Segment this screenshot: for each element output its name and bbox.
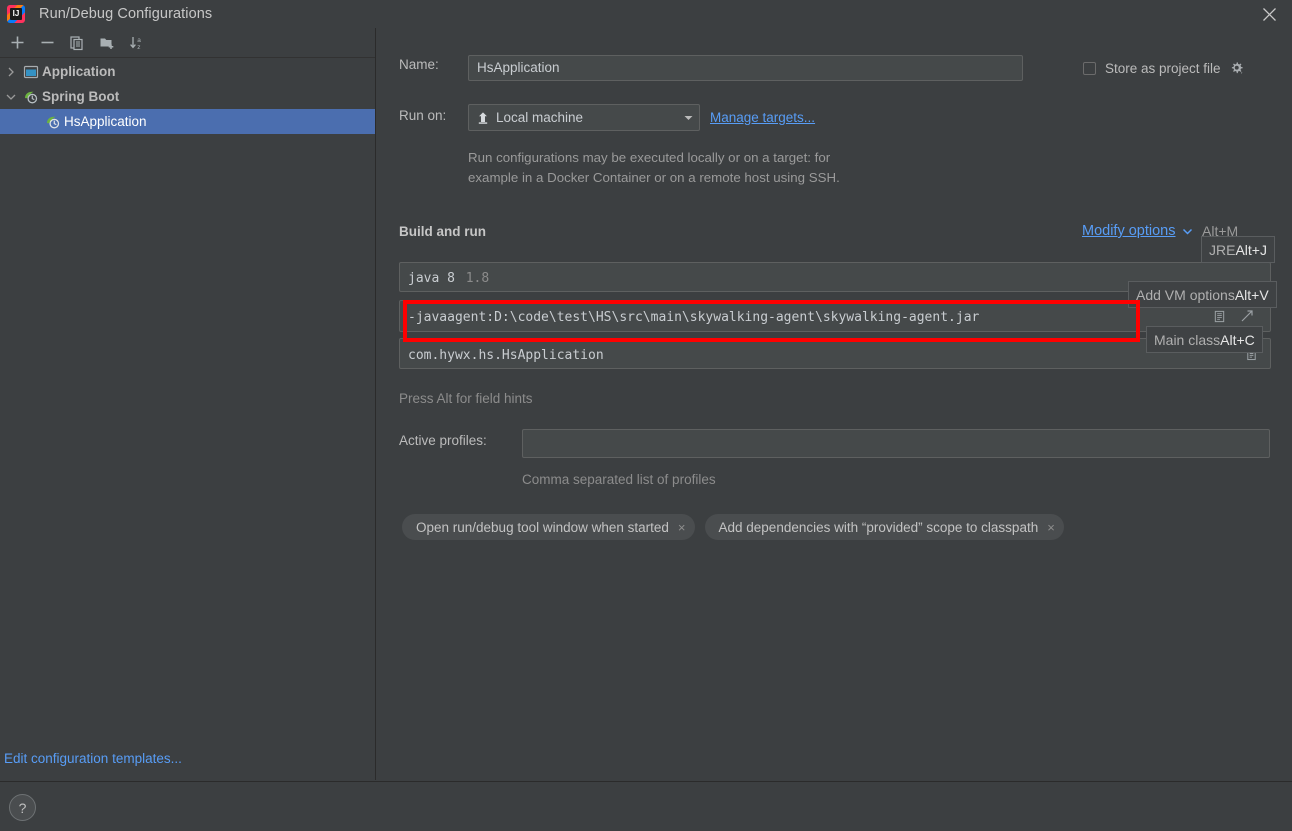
build-and-run-title: Build and run xyxy=(399,224,486,239)
chevron-down-icon[interactable] xyxy=(2,84,20,109)
store-as-project-file-label: Store as project file xyxy=(1105,61,1221,76)
modify-options-row[interactable]: Modify options xyxy=(1082,223,1193,239)
gear-icon[interactable] xyxy=(1230,61,1245,76)
svg-text:a: a xyxy=(137,37,141,44)
jre-hint-key: Alt+J xyxy=(1235,241,1267,258)
remove-configuration-button[interactable] xyxy=(32,30,62,56)
run-on-combobox[interactable]: Local machine xyxy=(468,104,700,131)
close-icon[interactable]: × xyxy=(678,520,686,535)
main-class-hint-tooltip: Main class Alt+C xyxy=(1146,326,1263,353)
active-profiles-row: Active profiles: xyxy=(399,433,487,448)
vm-options-hint-text: Add VM options xyxy=(1136,286,1235,303)
local-machine-icon xyxy=(476,111,490,125)
chip-label: Open run/debug tool window when started xyxy=(416,519,669,535)
spring-boot-icon xyxy=(20,84,42,109)
jre-prefix: java 8 xyxy=(408,271,455,286)
main-class-hint-text: Main class xyxy=(1154,331,1221,348)
tree-item-label: Application xyxy=(42,64,116,79)
store-as-project-file-row[interactable]: Store as project file xyxy=(1083,61,1245,76)
manage-targets-link[interactable]: Manage targets... xyxy=(710,110,815,125)
modify-options-link[interactable]: Modify options xyxy=(1082,223,1176,239)
configurations-tree: Application Spring Boot HsApplication xyxy=(0,59,375,134)
help-button[interactable]: ? xyxy=(9,794,36,821)
sort-configurations-button[interactable]: a z xyxy=(122,30,152,56)
jre-version: 1.8 xyxy=(465,271,490,286)
edit-configuration-templates-link[interactable]: Edit configuration templates... xyxy=(4,751,182,766)
intellij-logo-text: IJ xyxy=(10,8,22,20)
expand-editor-icon[interactable] xyxy=(1210,307,1228,325)
name-label: Name: xyxy=(399,57,439,72)
jre-hint-tooltip: JRE Alt+J xyxy=(1201,236,1275,263)
title-bar: IJ Run/Debug Configurations xyxy=(0,0,1292,28)
tree-item-hsapplication[interactable]: HsApplication xyxy=(0,109,375,134)
spring-boot-icon xyxy=(42,109,64,134)
tree-item-application[interactable]: Application xyxy=(0,59,375,84)
main-class-input[interactable]: com.hywx.hs.HsApplication xyxy=(399,338,1271,369)
tree-item-label: Spring Boot xyxy=(42,89,120,104)
chevron-down-icon[interactable] xyxy=(677,105,699,130)
run-on-label: Run on: xyxy=(399,108,447,123)
run-on-description-line2: example in a Docker Container or on a re… xyxy=(468,170,840,185)
window-title: Run/Debug Configurations xyxy=(39,6,213,22)
new-folder-button[interactable] xyxy=(92,30,122,56)
close-icon[interactable] xyxy=(1246,0,1292,28)
jre-hint-text: JRE xyxy=(1209,241,1236,258)
copy-configuration-button[interactable] xyxy=(62,30,92,56)
option-chips: Open run/debug tool window when started … xyxy=(402,514,1064,540)
run-on-row: Run on: xyxy=(399,108,446,123)
name-input[interactable] xyxy=(468,55,1023,81)
chip-open-run-debug-tool-window[interactable]: Open run/debug tool window when started … xyxy=(402,514,695,540)
field-hints-text: Press Alt for field hints xyxy=(399,391,533,406)
chevron-down-icon[interactable] xyxy=(1182,226,1193,237)
expand-arrow-icon[interactable] xyxy=(1238,307,1256,325)
vm-options-hint-tooltip: Add VM options Alt+V xyxy=(1128,281,1277,308)
run-debug-configurations-dialog: IJ Run/Debug Configurations a z Applicat… xyxy=(0,0,1292,831)
run-on-description-line1: Run configurations may be executed local… xyxy=(468,150,831,165)
vm-options-hint-key: Alt+V xyxy=(1234,286,1269,303)
close-icon[interactable]: × xyxy=(1047,520,1055,535)
store-as-project-file-checkbox[interactable] xyxy=(1083,62,1096,75)
vm-options-value: -javaagent:D:\code\test\HS\src\main\skyw… xyxy=(408,310,980,325)
application-icon xyxy=(20,59,42,84)
run-on-value: Local machine xyxy=(496,110,584,125)
tree-item-spring-boot[interactable]: Spring Boot xyxy=(0,84,375,109)
configuration-editor-panel: Name: Store as project file Run on: xyxy=(377,28,1292,780)
tree-item-label: HsApplication xyxy=(64,114,147,129)
main-class-value: com.hywx.hs.HsApplication xyxy=(408,348,604,363)
active-profiles-input[interactable] xyxy=(522,429,1270,458)
chip-add-provided-dependencies[interactable]: Add dependencies with “provided” scope t… xyxy=(704,514,1064,540)
active-profiles-hint: Comma separated list of profiles xyxy=(522,472,716,487)
configurations-sidebar: a z Application Spring Boot HsApplicatio… xyxy=(0,28,376,780)
run-on-description: Run configurations may be executed local… xyxy=(468,148,988,188)
intellij-logo-icon: IJ xyxy=(7,5,25,23)
name-row: Name: xyxy=(399,57,439,72)
chip-label: Add dependencies with “provided” scope t… xyxy=(718,519,1039,535)
add-configuration-button[interactable] xyxy=(2,30,32,56)
main-class-hint-key: Alt+C xyxy=(1220,331,1255,348)
sidebar-toolbar: a z xyxy=(0,28,375,58)
svg-text:z: z xyxy=(137,44,140,51)
dialog-footer: ? OK Cancel Apply CSDN @bacawa xyxy=(0,781,1292,831)
active-profiles-label: Active profiles: xyxy=(399,433,487,448)
chevron-right-icon[interactable] xyxy=(2,59,20,84)
